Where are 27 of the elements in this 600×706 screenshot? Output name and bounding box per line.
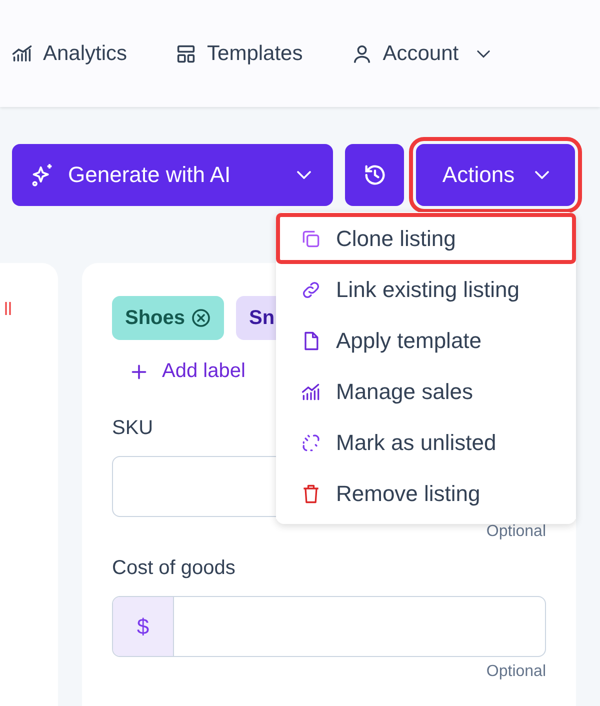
actions-button[interactable]: Actions [416, 144, 575, 206]
plus-icon [130, 362, 148, 380]
field-label: Cost of goods [112, 557, 236, 580]
generate-button[interactable]: Generate with AI [12, 144, 333, 206]
currency-prefix: $ [113, 597, 174, 656]
nav-link[interactable]: Analytics [11, 42, 128, 66]
layout-icon [175, 42, 198, 64]
menu-item[interactable]: Clone listing [276, 213, 576, 264]
bar-chart-icon [11, 42, 33, 64]
chevron-down-icon [534, 171, 549, 179]
nav-link[interactable]: Account [350, 42, 490, 66]
add-label-button[interactable]: Add label [130, 354, 246, 389]
field-hint: Optional [486, 663, 546, 681]
chevron-down-icon [297, 171, 311, 179]
menu-item[interactable]: Link existing listing [276, 264, 576, 315]
field-label: SKU [112, 417, 154, 440]
input-field[interactable]: $ [112, 596, 546, 657]
menu-item[interactable]: Manage sales [276, 366, 576, 417]
field-hint: Optional [486, 523, 546, 541]
history-button[interactable] [345, 144, 404, 206]
remove-icon[interactable] [191, 308, 212, 328]
menu-item[interactable]: Remove listing [276, 468, 576, 519]
nav-link[interactable]: Templates [175, 42, 303, 66]
menu-item[interactable]: Mark as unlisted [276, 417, 576, 468]
menu-item[interactable]: Apply template [276, 315, 576, 366]
side-card-text: ll [4, 299, 12, 320]
tag[interactable]: Shoes [112, 296, 224, 340]
